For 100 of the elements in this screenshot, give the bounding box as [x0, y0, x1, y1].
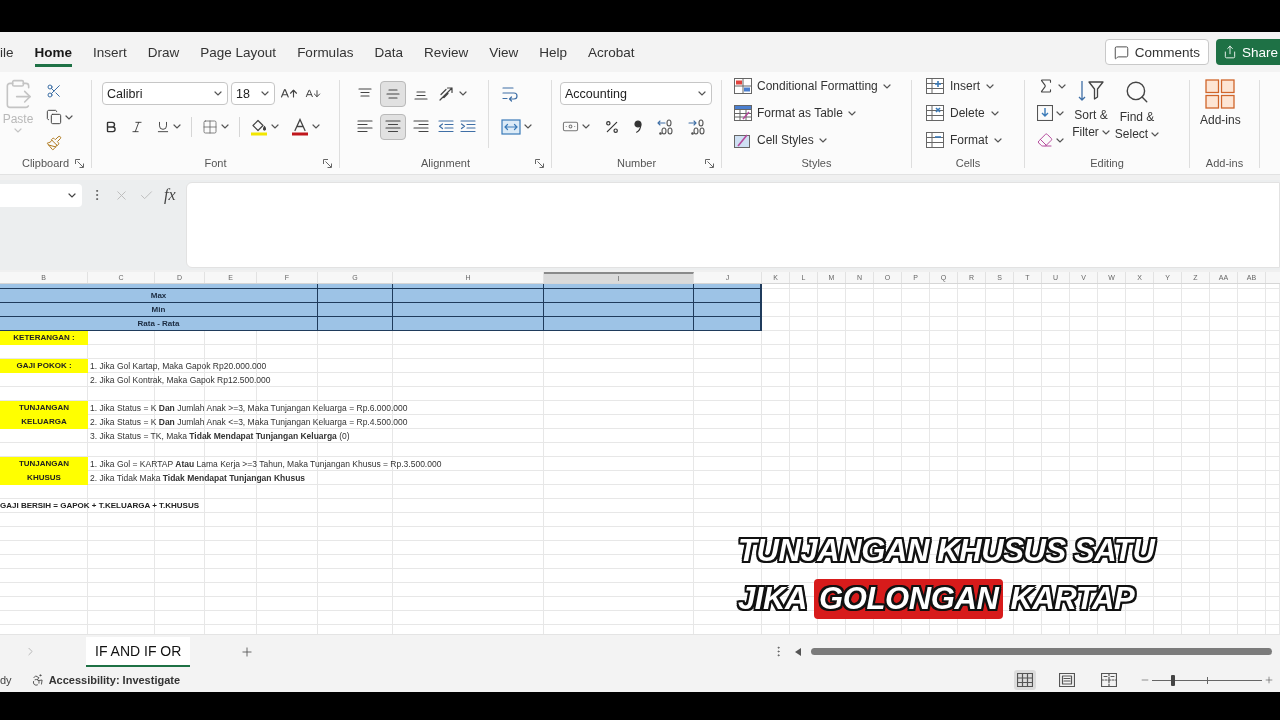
cell-slash-icon[interactable]: [734, 132, 752, 148]
caret-icon[interactable]: [221, 124, 229, 129]
increase-decimal-icon[interactable]: [656, 118, 674, 135]
comment-icon[interactable]: [1113, 44, 1129, 60]
menu-tab[interactable]: Acrobat: [588, 37, 635, 67]
accessibility-icon[interactable]: [30, 673, 45, 687]
caret-icon[interactable]: [1056, 110, 1064, 116]
double-arrow-box-icon[interactable]: [501, 118, 521, 135]
name-box-field[interactable]: [0, 183, 82, 207]
paint-bucket-icon[interactable]: [250, 117, 268, 136]
indent-increase-icon[interactable]: [460, 120, 476, 133]
menu-tab[interactable]: Insert: [93, 37, 127, 67]
group-label: Alignment: [421, 157, 470, 169]
horizontal-align-button[interactable]: [380, 113, 406, 140]
format-as-table-button[interactable]: Format as Table: [732, 101, 893, 125]
caret-icon[interactable]: [582, 124, 590, 129]
label-cell: KETERANGAN :: [0, 331, 88, 345]
comments-button[interactable]: Comments: [1104, 39, 1209, 65]
align-left-icon[interactable]: [357, 120, 373, 133]
share-icon[interactable]: [1222, 45, 1237, 59]
caret-icon[interactable]: [68, 192, 76, 198]
caret-icon[interactable]: [986, 83, 994, 89]
zoom-slider-thumb[interactable]: [1170, 675, 1175, 686]
dialog-launcher-icon[interactable]: [323, 158, 332, 168]
menu-tab[interactable]: Page Layout: [200, 37, 277, 67]
dialog-launcher-icon[interactable]: [75, 158, 84, 168]
scissors-icon[interactable]: [46, 83, 62, 99]
dialog-launcher-icon[interactable]: [705, 158, 714, 168]
comma-icon[interactable]: [634, 119, 642, 134]
align-right-icon[interactable]: [413, 120, 429, 133]
indent-decrease-icon[interactable]: [438, 120, 454, 133]
diagonal-arrow-icon[interactable]: [438, 85, 456, 102]
triangle-left-icon[interactable]: [795, 647, 801, 656]
underline-icon[interactable]: [156, 119, 170, 134]
font-size-field[interactable]: 18: [231, 82, 275, 105]
align-center-icon[interactable]: [385, 120, 401, 133]
colored-grid-icon[interactable]: [734, 78, 752, 94]
dialog-launcher-icon[interactable]: [535, 158, 544, 168]
menu-tab[interactable]: Review: [423, 37, 469, 67]
copy-icon[interactable]: [46, 109, 62, 125]
arrow-down-box-icon[interactable]: [1037, 105, 1053, 121]
menu-tab[interactable]: Help: [539, 37, 567, 67]
insert-cells-button[interactable]: Insert: [924, 74, 1004, 98]
italic-icon[interactable]: [130, 119, 144, 134]
format-cells-button[interactable]: Format: [924, 128, 1004, 152]
caret-icon[interactable]: [847, 110, 856, 116]
decrease-decimal-icon[interactable]: [688, 118, 706, 135]
menu-tab[interactable]: Draw: [147, 37, 180, 67]
grid-minus-icon[interactable]: [926, 132, 944, 148]
sheet-tab[interactable]: IF AND IF OR: [86, 636, 191, 667]
table-brush-icon[interactable]: [734, 105, 752, 121]
add-ins-button[interactable]: Add-ins: [1200, 74, 1241, 152]
caret-icon[interactable]: [312, 124, 320, 129]
caret-icon[interactable]: [173, 124, 181, 129]
zoom-slider[interactable]: [1152, 674, 1262, 686]
menu-tab[interactable]: Data: [374, 37, 403, 67]
find-select-button[interactable]: Find & Select: [1114, 74, 1160, 152]
caret-icon[interactable]: [65, 114, 73, 120]
caret-icon[interactable]: [524, 124, 532, 129]
percent-icon[interactable]: [604, 118, 620, 135]
caret-icon[interactable]: [818, 137, 827, 143]
bold-icon[interactable]: [104, 119, 118, 134]
grid-x-icon[interactable]: [926, 105, 944, 121]
caret-icon[interactable]: [1056, 137, 1064, 143]
menu-tab[interactable]: Home: [34, 37, 73, 67]
accessibility-status[interactable]: Accessibility: Investigate: [48, 674, 181, 686]
grid-plus-icon[interactable]: [926, 78, 944, 94]
caret-icon[interactable]: [459, 91, 467, 96]
caret-icon[interactable]: [1058, 83, 1066, 89]
share-button[interactable]: Share: [1215, 39, 1280, 65]
font-name-field[interactable]: Calibri: [102, 82, 228, 105]
caret-icon[interactable]: [882, 83, 891, 89]
cell-styles-button[interactable]: Cell Styles: [732, 128, 893, 152]
menu-tab[interactable]: View: [489, 37, 519, 67]
wrap-text-icon[interactable]: [501, 85, 519, 102]
caret-icon[interactable]: [698, 91, 706, 96]
delete-cells-button[interactable]: Delete: [924, 101, 1004, 125]
sort-filter-icon[interactable]: [1077, 79, 1105, 103]
scrollbar-thumb[interactable]: [811, 648, 1272, 655]
paintbrush-icon[interactable]: [46, 135, 62, 151]
caption-text: GOLONGAN: [814, 579, 1004, 619]
search-icon[interactable]: [1124, 79, 1150, 105]
font-color-icon[interactable]: [291, 117, 309, 136]
eraser-icon[interactable]: [1037, 132, 1053, 148]
number-format-field[interactable]: Accounting: [560, 82, 712, 105]
insert-function-button[interactable]: fx: [164, 186, 176, 204]
four-squares-icon[interactable]: [1205, 79, 1236, 109]
menu-tab[interactable]: ile: [0, 37, 14, 67]
menu-tab[interactable]: Formulas: [297, 37, 354, 67]
sort-filter-button[interactable]: Sort & Filter: [1068, 74, 1114, 152]
caret-icon[interactable]: [271, 124, 279, 129]
caret-icon[interactable]: [214, 91, 222, 96]
caret-icon[interactable]: [990, 110, 999, 116]
caret-icon[interactable]: [1151, 132, 1160, 138]
caret-icon[interactable]: [1101, 130, 1110, 136]
conditional-formatting-button[interactable]: Conditional Formatting: [732, 74, 893, 98]
caret-icon[interactable]: [261, 91, 269, 96]
formula-input-field[interactable]: [186, 182, 1280, 268]
caret-icon[interactable]: [994, 137, 1002, 143]
vertical-align-button[interactable]: [380, 80, 406, 107]
